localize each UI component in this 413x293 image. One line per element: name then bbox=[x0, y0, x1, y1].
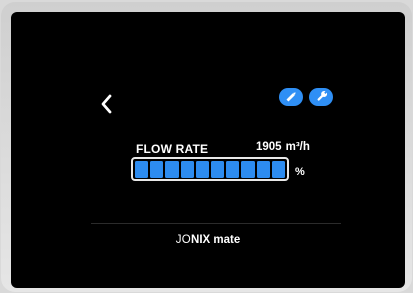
flow-rate-value: 1905 bbox=[256, 141, 282, 153]
back-button[interactable] bbox=[96, 90, 118, 118]
device-bezel: FLOW RATE 1905 m³/h % JONIX mate bbox=[1, 2, 412, 292]
edit-button[interactable] bbox=[279, 88, 303, 106]
level-segment bbox=[150, 160, 164, 178]
level-segment bbox=[165, 160, 179, 178]
wrench-icon bbox=[317, 90, 328, 101]
brand-logo: JONIX mate bbox=[11, 234, 405, 246]
percent-symbol: % bbox=[295, 166, 305, 178]
divider bbox=[91, 223, 341, 224]
settings-button[interactable] bbox=[309, 88, 333, 106]
flow-rate-readout: 1905 m³/h bbox=[256, 141, 310, 153]
brand-logo-part1: JO bbox=[175, 234, 192, 246]
pencil-icon bbox=[286, 92, 296, 102]
chevron-left-icon bbox=[101, 94, 112, 114]
level-segment bbox=[256, 160, 270, 178]
level-segment bbox=[241, 160, 255, 178]
level-segment bbox=[135, 160, 149, 178]
level-segment bbox=[195, 160, 210, 178]
level-segment bbox=[180, 160, 194, 178]
flow-level-bar bbox=[131, 157, 289, 181]
device-screen: FLOW RATE 1905 m³/h % JONIX mate bbox=[11, 12, 405, 288]
level-segment bbox=[211, 160, 225, 178]
flow-rate-unit: m³/h bbox=[285, 141, 310, 153]
level-segment bbox=[271, 160, 286, 178]
level-segment bbox=[226, 160, 240, 178]
flow-rate-label: FLOW RATE bbox=[136, 142, 209, 156]
brand-logo-part2: NIX mate bbox=[191, 234, 241, 246]
